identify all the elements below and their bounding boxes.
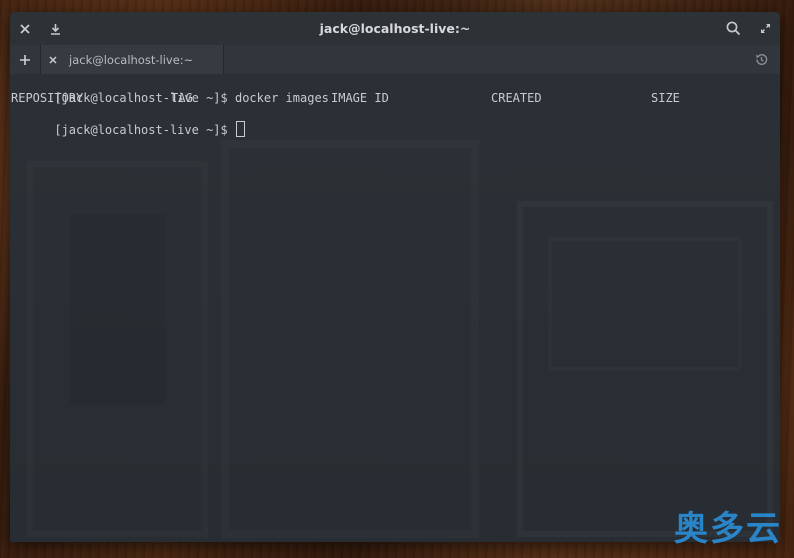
history-button[interactable] xyxy=(748,45,774,74)
plus-icon xyxy=(20,54,30,65)
header-tag: TAG xyxy=(171,91,193,105)
text-cursor xyxy=(235,121,245,137)
terminal-background-pattern xyxy=(70,214,165,404)
history-icon xyxy=(755,53,767,65)
terminal-line-headers: REPOSITORY TAG IMAGE ID CREATED SIZE xyxy=(11,91,780,106)
header-size: SIZE xyxy=(651,91,680,105)
window-title: jack@localhost-live:~ xyxy=(319,21,471,36)
prompt: [jack@localhost-live ~]$ xyxy=(54,123,235,137)
close-button[interactable] xyxy=(10,12,40,45)
close-icon xyxy=(20,23,30,34)
tab-label: jack@localhost-live:~ xyxy=(69,52,194,67)
tab-bar: jack@localhost-live:~ xyxy=(10,45,780,74)
search-icon xyxy=(726,21,740,36)
header-created: CREATED xyxy=(491,91,542,105)
download-button[interactable] xyxy=(40,12,70,45)
new-tab-button[interactable] xyxy=(10,45,40,74)
terminal-line-command: [jack@localhost-live ~]$ docker images xyxy=(11,76,780,105)
terminal-window[interactable]: jack@localhost-live:~ jack@localhost-liv… xyxy=(10,12,780,542)
tab-close-button[interactable] xyxy=(41,55,65,64)
terminal-output[interactable]: [jack@localhost-live ~]$ docker images R… xyxy=(10,74,780,542)
header-image-id: IMAGE ID xyxy=(331,91,389,105)
close-icon xyxy=(49,55,57,64)
title-bar[interactable]: jack@localhost-live:~ xyxy=(10,12,780,45)
terminal-line-prompt: [jack@localhost-live ~]$ xyxy=(11,106,780,137)
tab-terminal[interactable]: jack@localhost-live:~ xyxy=(40,45,224,74)
maximize-button[interactable] xyxy=(750,12,780,45)
search-button[interactable] xyxy=(716,12,750,45)
maximize-icon xyxy=(760,24,770,33)
watermark-logo: 奥多云 xyxy=(674,509,782,549)
header-repository: REPOSITORY xyxy=(11,91,84,105)
download-icon xyxy=(50,23,60,35)
